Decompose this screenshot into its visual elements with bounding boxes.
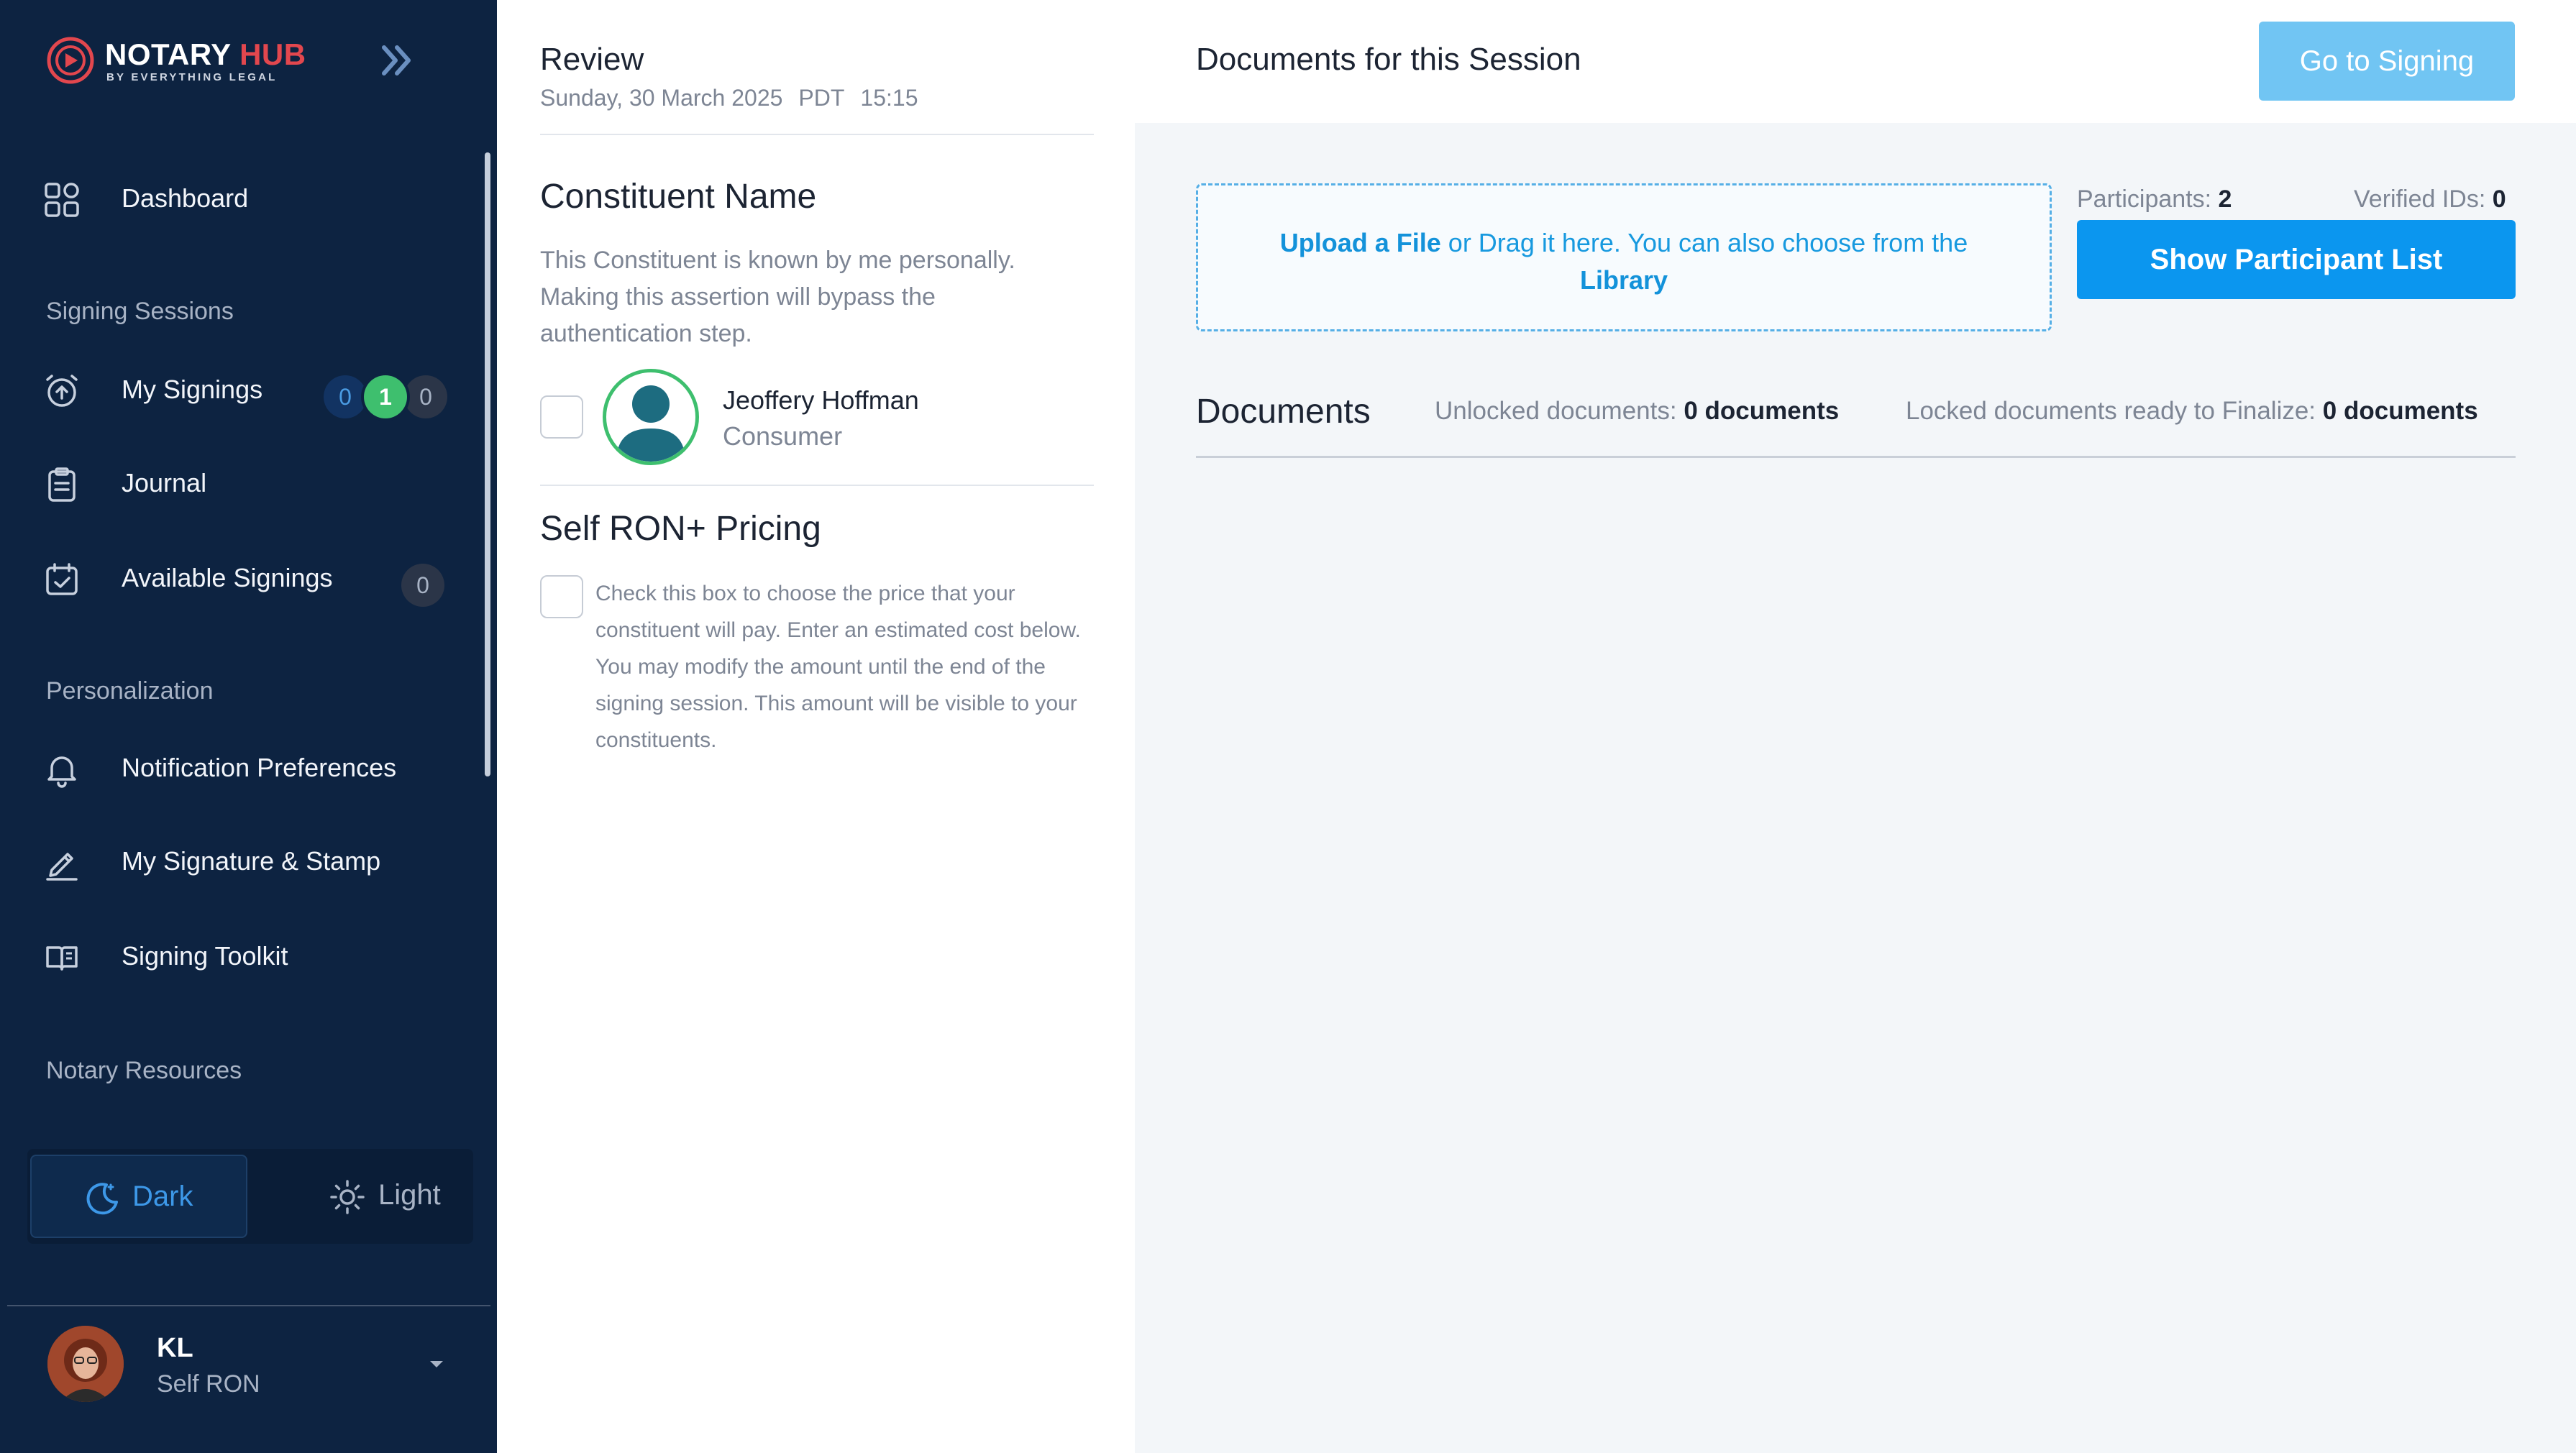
sidebar-item-label: Journal bbox=[122, 468, 207, 498]
session-timezone: PDT bbox=[798, 85, 845, 111]
clipboard-icon bbox=[48, 467, 76, 502]
sidebar-divider bbox=[7, 1305, 490, 1306]
notary-hub-logo-icon bbox=[47, 37, 94, 84]
pricing-heading: Self RON+ Pricing bbox=[540, 510, 821, 548]
app-root: NOTARY HUB BY EVERYTHING LEGAL Dashboard… bbox=[0, 0, 2576, 1453]
count-badge-grey: 0 bbox=[404, 375, 447, 418]
session-datetime: Sunday, 30 March 2025 PDT 15:15 bbox=[540, 85, 933, 111]
dashboard-grid-icon bbox=[45, 183, 79, 217]
person-name: Jeoffery Hoffman bbox=[723, 385, 919, 415]
count-badge-blue: 0 bbox=[324, 375, 367, 418]
participants-count: Participants: 2 bbox=[2077, 185, 2232, 214]
person-role: Consumer bbox=[723, 421, 843, 451]
participants-label: Participants: bbox=[2077, 185, 2212, 213]
moon-icon bbox=[86, 1183, 118, 1215]
show-participant-list-button[interactable]: Show Participant List bbox=[2077, 220, 2516, 299]
sidebar-item-my-signings[interactable]: My Signings 0 0 1 bbox=[29, 355, 460, 424]
documents-title: Documents for this Session bbox=[1196, 42, 1581, 77]
double-chevron-right-icon bbox=[382, 45, 411, 75]
sidebar-item-signature-stamp[interactable]: My Signature & Stamp bbox=[29, 827, 460, 896]
count-badge-green: 1 bbox=[364, 375, 407, 418]
brand[interactable]: NOTARY HUB BY EVERYTHING LEGAL bbox=[46, 35, 334, 88]
user-menu[interactable]: KL Self RON bbox=[29, 1323, 460, 1424]
alarm-upload-icon bbox=[46, 375, 78, 407]
caret-down-icon bbox=[430, 1361, 443, 1367]
sidebar-item-label: Signing Toolkit bbox=[122, 941, 288, 971]
bell-icon bbox=[47, 756, 76, 788]
sidebar-item-dashboard[interactable]: Dashboard bbox=[29, 164, 460, 233]
library-link[interactable]: Library bbox=[1580, 265, 1668, 295]
sidebar-scrollbar[interactable] bbox=[485, 152, 490, 776]
participants-value: 2 bbox=[2218, 185, 2232, 213]
calendar-check-icon bbox=[46, 563, 78, 595]
count-badge: 0 bbox=[401, 564, 444, 607]
sun-icon bbox=[330, 1180, 365, 1214]
light-theme-label: Light bbox=[378, 1179, 441, 1211]
sidebar-item-label: Notification Preferences bbox=[122, 753, 397, 782]
sidebar-item-signing-toolkit[interactable]: Signing Toolkit bbox=[29, 922, 460, 991]
file-upload-dropzone[interactable]: Upload a File or Drag it here. You can a… bbox=[1196, 183, 2052, 331]
locked-label: Locked documents ready to Finalize: bbox=[1906, 397, 2316, 425]
sidebar: NOTARY HUB BY EVERYTHING LEGAL Dashboard… bbox=[0, 0, 497, 1453]
sidebar-item-label: My Signings bbox=[122, 375, 263, 404]
session-time: 15:15 bbox=[860, 85, 918, 111]
pricing-description: Check this box to choose the price that … bbox=[595, 582, 1081, 752]
session-date: Sunday, 30 March 2025 bbox=[540, 85, 783, 111]
locked-documents-stat: Locked documents ready to Finalize: 0 do… bbox=[1906, 397, 2478, 426]
verified-value: 0 bbox=[2492, 185, 2506, 213]
documents-subtitle: Documents bbox=[1196, 393, 1371, 431]
pricing-checkbox[interactable] bbox=[540, 575, 583, 618]
section-label-personalization: Personalization bbox=[46, 677, 214, 705]
user-avatar bbox=[47, 1326, 124, 1402]
known-personally-checkbox[interactable] bbox=[540, 395, 583, 439]
sidebar-item-label: Dashboard bbox=[122, 183, 249, 213]
upload-file-link[interactable]: Upload a File bbox=[1280, 228, 1441, 257]
brand-name: NOTARY HUB bbox=[105, 37, 306, 71]
sidebar-item-journal[interactable]: Journal bbox=[29, 449, 460, 518]
book-icon bbox=[46, 946, 78, 971]
go-to-signing-button[interactable]: Go to Signing bbox=[2259, 22, 2515, 101]
documents-divider bbox=[1196, 456, 2516, 458]
collapse-sidebar-button[interactable] bbox=[375, 39, 419, 82]
documents-header: Documents for this Session Go to Signing bbox=[1135, 0, 2576, 123]
verified-ids-count: Verified IDs: 0 bbox=[2354, 185, 2506, 214]
brand-tagline: BY EVERYTHING LEGAL bbox=[106, 71, 278, 83]
section-label-signing-sessions: Signing Sessions bbox=[46, 298, 234, 325]
person-silhouette-icon bbox=[616, 385, 685, 462]
section-label-notary-resources: Notary Resources bbox=[46, 1057, 242, 1084]
unlocked-documents-stat: Unlocked documents: 0 documents bbox=[1435, 397, 1839, 426]
unlocked-label: Unlocked documents: bbox=[1435, 397, 1677, 425]
sidebar-item-available-signings[interactable]: Available Signings 0 bbox=[29, 544, 460, 613]
sidebar-item-notification-preferences[interactable]: Notification Preferences bbox=[29, 733, 460, 802]
locked-value: 0 documents bbox=[2322, 397, 2478, 425]
constituent-heading: Constituent Name bbox=[540, 178, 817, 216]
review-title: Review bbox=[540, 42, 644, 77]
theme-toggle: Dark Light bbox=[27, 1149, 473, 1244]
constituent-description: This Constituent is known by me personal… bbox=[540, 247, 1015, 347]
user-initials: KL bbox=[157, 1333, 193, 1363]
unlocked-value: 0 documents bbox=[1684, 397, 1840, 425]
light-theme-button[interactable]: Light bbox=[253, 1155, 470, 1238]
divider bbox=[540, 134, 1094, 135]
sidebar-item-label: My Signature & Stamp bbox=[122, 846, 381, 876]
sidebar-item-label: Available Signings bbox=[122, 563, 333, 592]
upload-middle-text: or Drag it here. You can also choose fro… bbox=[1440, 228, 1968, 257]
documents-area: Documents for this Session Go to Signing… bbox=[1135, 0, 2576, 1453]
dark-theme-button[interactable]: Dark bbox=[30, 1155, 247, 1238]
pen-icon bbox=[46, 853, 78, 881]
person-avatar bbox=[603, 369, 699, 465]
upload-instructions: Upload a File or Drag it here. You can a… bbox=[1198, 224, 2050, 299]
user-role: Self RON bbox=[157, 1370, 260, 1398]
review-panel: Review Sunday, 30 March 2025 PDT 15:15 Con… bbox=[497, 0, 1135, 1453]
user-photo-icon bbox=[47, 1326, 124, 1402]
divider bbox=[540, 485, 1094, 486]
dark-theme-label: Dark bbox=[132, 1181, 193, 1212]
verified-label: Verified IDs: bbox=[2354, 185, 2486, 213]
